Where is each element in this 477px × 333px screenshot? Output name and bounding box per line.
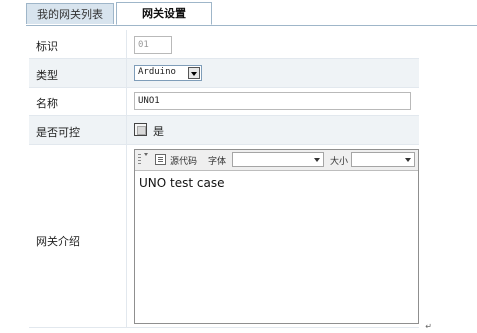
rich-text-editor[interactable]: 源代码 字体 大小 UNO test case ↵ bbox=[134, 149, 432, 331]
form-row-description: 网关介绍 源代码 字体 大小 UNO test case ↵ bbox=[29, 145, 432, 331]
name-label: 名称 bbox=[36, 97, 58, 110]
form-row-name: 名称 UNO1 bbox=[29, 88, 419, 116]
font-label: 字体 bbox=[208, 157, 227, 167]
column-divider bbox=[126, 30, 127, 58]
collapse-toolbar-icon[interactable] bbox=[144, 153, 148, 156]
editor-content[interactable]: UNO test case bbox=[139, 176, 224, 190]
font-family-select[interactable] bbox=[232, 152, 324, 167]
tab-gateway-list[interactable]: 我的网关列表 bbox=[26, 3, 114, 24]
controllable-checkbox-label: 是 bbox=[153, 125, 164, 138]
tab-bar: 我的网关列表 网关设置 bbox=[26, 0, 477, 26]
column-divider bbox=[126, 59, 127, 87]
gateway-settings-form: 标识 01 类型 Arduino 名称 UNO1 是否可控 是 网关介绍 源代码… bbox=[29, 30, 432, 331]
checkbox-box-icon bbox=[137, 126, 146, 135]
dropdown-button[interactable] bbox=[188, 67, 200, 79]
resize-handle-icon[interactable]: ↵ bbox=[425, 322, 432, 331]
form-row-identifier: 标识 01 bbox=[29, 30, 419, 59]
controllable-label: 是否可控 bbox=[36, 126, 80, 139]
type-select[interactable]: Arduino bbox=[134, 65, 202, 81]
editor-toolbar: 源代码 字体 大小 bbox=[135, 150, 418, 171]
column-divider bbox=[126, 88, 127, 115]
toolbar-grip-icon[interactable] bbox=[138, 154, 141, 165]
source-code-icon[interactable] bbox=[155, 154, 166, 165]
font-size-label: 大小 bbox=[330, 157, 349, 167]
column-divider bbox=[126, 145, 127, 327]
chevron-down-icon bbox=[314, 158, 320, 162]
type-label: 类型 bbox=[36, 69, 58, 82]
form-row-controllable: 是否可控 是 bbox=[29, 116, 419, 145]
description-label: 网关介绍 bbox=[36, 235, 80, 248]
source-code-button[interactable]: 源代码 bbox=[170, 154, 197, 167]
chevron-down-icon bbox=[191, 72, 197, 76]
type-select-value: Arduino bbox=[138, 67, 176, 77]
chevron-down-icon bbox=[405, 158, 411, 162]
name-input[interactable]: UNO1 bbox=[134, 92, 411, 110]
controllable-checkbox[interactable] bbox=[134, 123, 147, 136]
identifier-input[interactable]: 01 bbox=[134, 36, 172, 54]
font-size-select[interactable] bbox=[351, 152, 415, 167]
identifier-label: 标识 bbox=[36, 40, 58, 53]
column-divider bbox=[126, 116, 127, 144]
tab-gateway-settings[interactable]: 网关设置 bbox=[116, 2, 212, 25]
form-row-type: 类型 Arduino bbox=[29, 59, 419, 88]
